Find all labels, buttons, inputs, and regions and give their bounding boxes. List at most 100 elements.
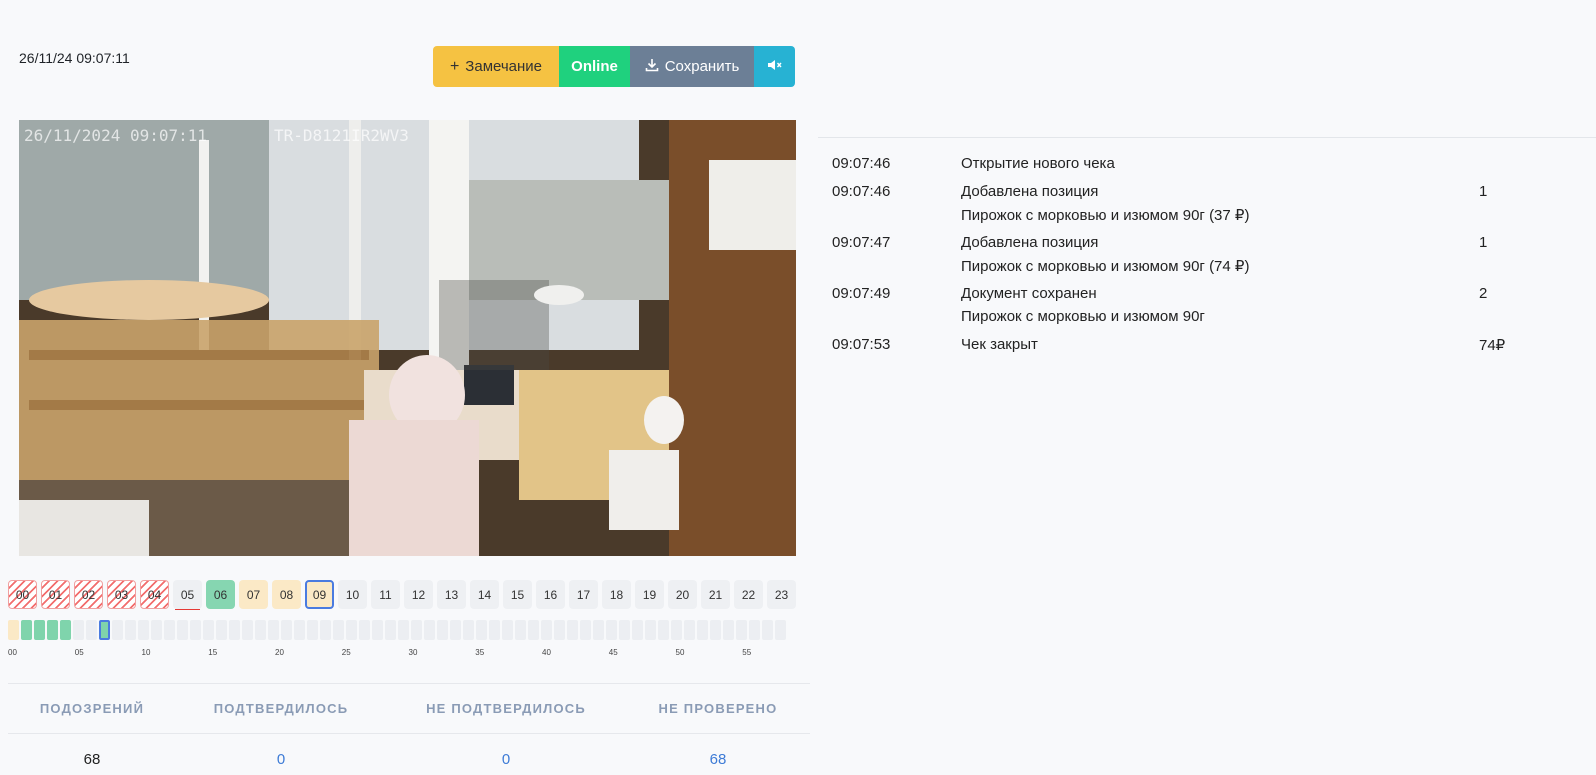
minute-cell[interactable] [242,620,253,640]
minute-cell[interactable] [359,620,370,640]
hour-button[interactable]: 01 [41,580,70,609]
minute-cell[interactable] [307,620,318,640]
minute-cell[interactable] [216,620,227,640]
minute-cell[interactable] [541,620,552,640]
minute-cell[interactable] [697,620,708,640]
minute-cell[interactable] [619,620,630,640]
minute-cell[interactable] [684,620,695,640]
minute-cell[interactable] [164,620,175,640]
minute-cell[interactable] [333,620,344,640]
event-detail: Пирожок с морковью и изюмом 90г [961,308,1205,325]
minute-cell[interactable] [528,620,539,640]
minute-cell[interactable] [268,620,279,640]
minute-cell[interactable] [190,620,201,640]
toolbar: + Замечание Online Сохранить [433,46,795,87]
minute-cell[interactable] [151,620,162,640]
event-title: Добавлена позиция [961,183,1099,200]
minute-cell[interactable] [294,620,305,640]
hour-button[interactable]: 07 [239,580,268,609]
hour-button[interactable]: 11 [371,580,400,609]
minute-cell[interactable] [138,620,149,640]
hour-button[interactable]: 00 [8,580,37,609]
minute-cell[interactable] [476,620,487,640]
hour-button[interactable]: 19 [635,580,664,609]
minute-cell[interactable] [749,620,760,640]
minute-cell[interactable] [255,620,266,640]
minute-cell[interactable] [671,620,682,640]
minute-cell[interactable] [229,620,240,640]
minute-cell[interactable] [515,620,526,640]
minute-cell[interactable] [346,620,357,640]
minute-cell[interactable] [437,620,448,640]
hour-button[interactable]: 05 [173,580,202,610]
minute-cell[interactable] [177,620,188,640]
minute-cell[interactable] [125,620,136,640]
hour-button[interactable]: 08 [272,580,301,609]
hour-button[interactable]: 03 [107,580,136,609]
minute-cell[interactable] [21,620,32,640]
minute-cell[interactable] [450,620,461,640]
stat-header-suspicions: ПОДОЗРЕНИЙ [39,701,145,716]
minute-cell[interactable] [424,620,435,640]
minute-cell[interactable] [8,620,19,640]
minute-cell[interactable] [60,620,71,640]
minute-cell[interactable] [762,620,773,640]
hour-button[interactable]: 02 [74,580,103,609]
hour-button[interactable]: 13 [437,580,466,609]
minute-cell[interactable] [775,620,786,640]
hour-button[interactable]: 17 [569,580,598,609]
minute-tick-label: 40 [542,648,551,657]
minute-cell[interactable] [658,620,669,640]
stat-value-not-checked[interactable]: 68 [626,751,810,768]
minute-cell[interactable] [47,620,58,640]
minute-cell[interactable] [723,620,734,640]
event-qty: 2 [1479,285,1488,302]
add-remark-button[interactable]: + Замечание [433,46,559,87]
minute-cell[interactable] [385,620,396,640]
minute-cell[interactable] [554,620,565,640]
minute-cell[interactable] [320,620,331,640]
save-button[interactable]: Сохранить [630,46,754,87]
minute-cell[interactable] [99,620,110,640]
hour-button[interactable]: 06 [206,580,235,609]
minute-cell[interactable] [593,620,604,640]
minute-cell[interactable] [580,620,591,640]
minute-cell[interactable] [606,620,617,640]
hour-button[interactable]: 18 [602,580,631,609]
minute-cell[interactable] [203,620,214,640]
minute-cell[interactable] [86,620,97,640]
hour-button[interactable]: 21 [701,580,730,609]
minute-cell[interactable] [398,620,409,640]
hour-button[interactable]: 20 [668,580,697,609]
minute-cell[interactable] [372,620,383,640]
minute-tick-label: 15 [208,648,218,657]
minute-cell[interactable] [736,620,747,640]
hour-button[interactable]: 23 [767,580,796,609]
stat-value-not-confirmed[interactable]: 0 [396,751,616,768]
minute-cell[interactable] [411,620,422,640]
hour-button[interactable]: 10 [338,580,367,609]
online-button[interactable]: Online [559,46,630,87]
stat-value-confirmed[interactable]: 0 [186,751,376,768]
minute-cell[interactable] [34,620,45,640]
mute-button[interactable] [754,46,795,87]
minute-cell[interactable] [645,620,656,640]
minute-cell[interactable] [502,620,513,640]
camera-video-frame[interactable]: 26/11/2024 09:07:11 TR-D8121IR2WV3 [19,120,796,556]
hour-button[interactable]: 04 [140,580,169,609]
minute-cell[interactable] [112,620,123,640]
hour-button[interactable]: 22 [734,580,763,609]
minute-cell[interactable] [567,620,578,640]
minute-cell[interactable] [281,620,292,640]
hour-button[interactable]: 12 [404,580,433,609]
minute-cell[interactable] [710,620,721,640]
minute-cell[interactable] [632,620,643,640]
hour-button[interactable]: 09 [305,580,334,609]
minute-cell[interactable] [73,620,84,640]
event-time: 09:07:47 [832,234,891,251]
hour-button[interactable]: 15 [503,580,532,609]
minute-cell[interactable] [463,620,474,640]
minute-cell[interactable] [489,620,500,640]
hour-button[interactable]: 14 [470,580,499,609]
hour-button[interactable]: 16 [536,580,565,609]
